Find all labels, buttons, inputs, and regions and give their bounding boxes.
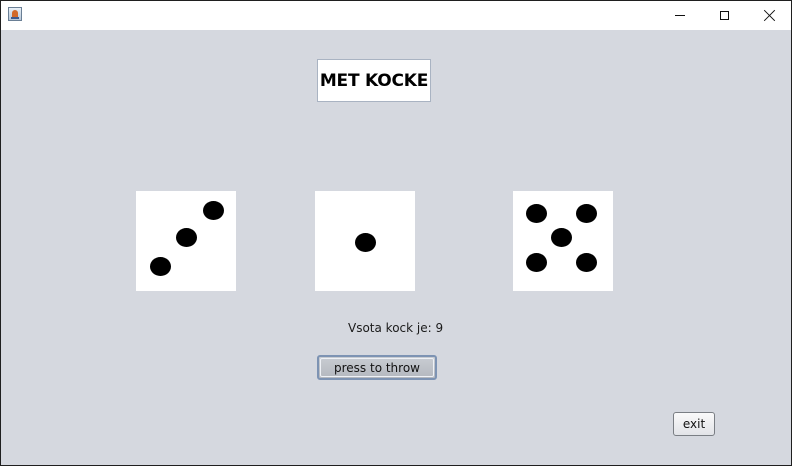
close-button[interactable] [747,1,792,30]
title-bar [1,1,791,30]
maximize-button[interactable] [702,1,747,30]
die-pip [354,232,376,252]
close-icon [763,9,776,22]
die-pip [575,252,597,272]
die-pip [175,227,197,247]
die-pip [525,203,547,223]
die-pip [202,200,224,220]
dice-sum-label: Vsota kock je: 9 [348,321,444,335]
die-3 [513,191,613,291]
die-pip [149,256,171,276]
minimize-icon [674,15,685,16]
minimize-button[interactable] [657,1,702,30]
die-pip [550,227,572,247]
exit-button[interactable]: exit [673,412,715,436]
die-pip [525,252,547,272]
die-2 [315,191,415,291]
throw-button[interactable]: press to throw [317,355,437,380]
game-title: MET KOCKE [317,59,431,102]
app-window: MET KOCKE Vsota kock je: 9 press to thro… [0,0,792,466]
maximize-icon [720,11,729,20]
die-pip [575,203,597,223]
java-cup-icon [8,7,22,21]
die-1 [136,191,236,291]
